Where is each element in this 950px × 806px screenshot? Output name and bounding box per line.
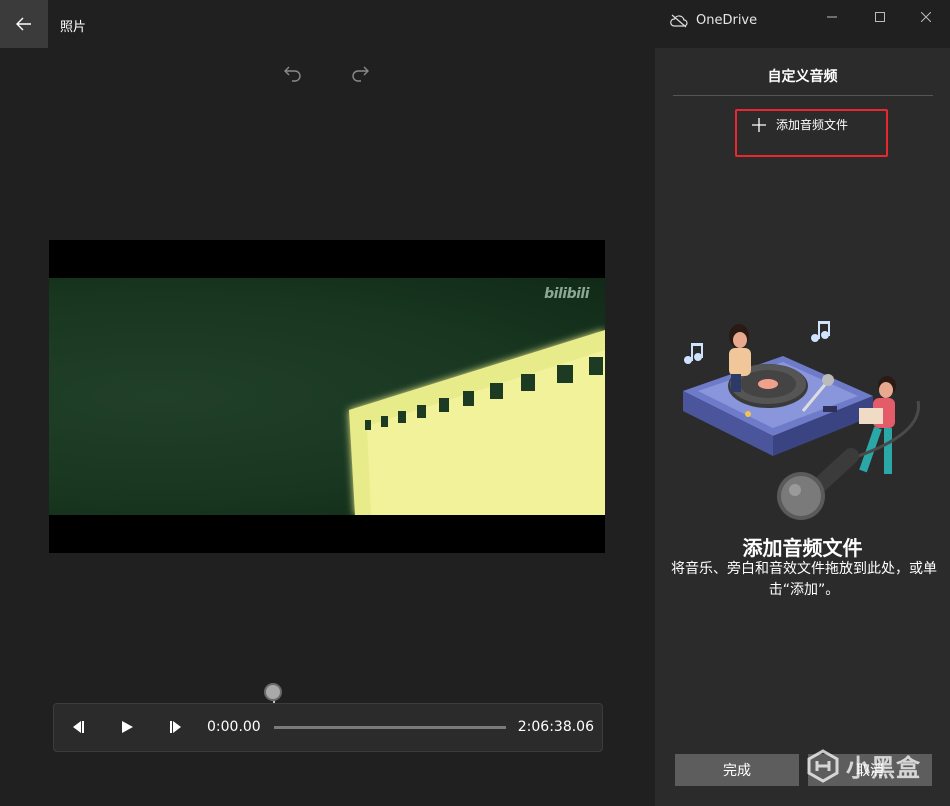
previous-frame-button[interactable] (66, 716, 90, 738)
redo-button[interactable] (346, 60, 374, 88)
next-frame-button[interactable] (164, 716, 188, 738)
maximize-icon (875, 12, 885, 22)
step-back-icon (73, 721, 84, 733)
video-watermark: bilibili (544, 286, 589, 302)
play-button[interactable] (115, 716, 139, 738)
close-button[interactable] (912, 6, 940, 28)
current-time: 0:00.00 (207, 719, 261, 735)
video-frame-image: bilibili (49, 278, 605, 515)
onedrive-label: OneDrive (696, 13, 758, 28)
site-watermark: 小黑盒 (806, 748, 921, 783)
video-preview[interactable]: bilibili (49, 240, 605, 553)
panel-title: 自定义音频 (767, 69, 838, 85)
close-icon (921, 12, 931, 22)
arrow-left-icon (16, 17, 31, 31)
empty-state-description: 将音乐、旁白和音效文件拖放到此处，或单击“添加”。 (671, 561, 937, 598)
minimize-icon (827, 16, 837, 18)
step-forward-icon (170, 721, 181, 733)
play-icon (122, 721, 133, 733)
done-button[interactable]: 完成 (675, 754, 799, 786)
undo-button[interactable] (279, 60, 307, 88)
panel-divider (673, 95, 933, 96)
playback-bar: 0:00.00 2:06:38.06 (53, 703, 603, 752)
cloud-off-icon (670, 14, 688, 27)
maximize-button[interactable] (866, 6, 894, 28)
audio-illustration (683, 321, 921, 520)
custom-audio-panel: 自定义音频 添加音频文件 添加音频文件 将音乐、旁白和音效文件拖放到此处，或单击… (655, 48, 950, 806)
empty-state-title: 添加音频文件 (742, 536, 863, 560)
minimize-button[interactable] (818, 6, 846, 28)
onedrive-status[interactable]: OneDrive (670, 13, 757, 28)
site-watermark-text: 小黑盒 (846, 754, 921, 782)
highlight-annotation (735, 109, 888, 157)
playhead-handle[interactable] (266, 685, 280, 699)
redo-icon (352, 66, 369, 82)
undo-icon (284, 66, 301, 82)
heybox-logo-icon (807, 748, 839, 783)
back-button[interactable] (0, 0, 48, 48)
timeline-track[interactable] (274, 726, 506, 729)
total-time: 2:06:38.06 (517, 719, 594, 735)
app-title: 照片 (60, 20, 87, 35)
